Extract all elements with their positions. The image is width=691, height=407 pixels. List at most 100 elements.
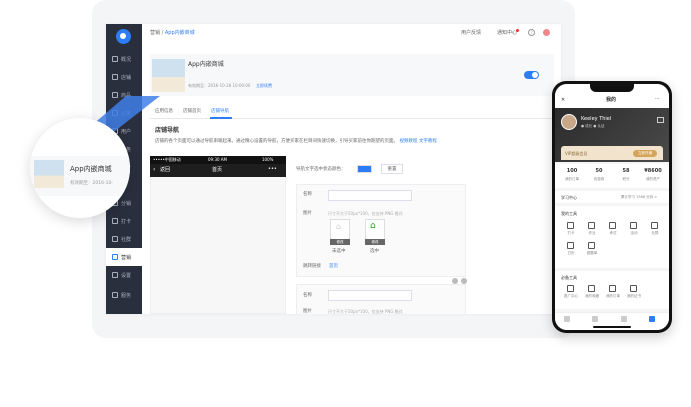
active-tab-indicator <box>210 117 232 119</box>
app-logo <box>116 29 131 44</box>
help-icon[interactable]: ? <box>528 29 535 36</box>
tool-label: 推广中心 <box>564 294 578 298</box>
image-hint-2: 尺寸不大于50px*100，仅支持 PNG 格式 <box>328 309 403 314</box>
magnified-title: App内嵌商城 <box>70 165 112 173</box>
vip-open-button[interactable]: 立即开通 <box>633 150 657 157</box>
learning-center-label: 学习中心 <box>561 195 577 200</box>
tool-icon[interactable] <box>630 285 637 292</box>
sidebar-item-13[interactable]: 设置 <box>106 266 142 284</box>
app-expiry: 有效期至：2016-10-28 10:00:00 <box>188 83 251 88</box>
reset-button[interactable]: 重置 <box>381 164 403 174</box>
tab-home-icon[interactable] <box>564 316 570 322</box>
service-icon <box>112 292 118 298</box>
breadcrumb-current: App内嵌商城 <box>164 30 195 36</box>
sidebar-item-12[interactable]: 营销 <box>106 248 142 266</box>
preview-title: 首页 <box>212 167 223 173</box>
stat-value: 50 <box>595 168 603 174</box>
marketing-icon <box>112 254 118 260</box>
mobile-more-icon[interactable]: ··· <box>655 97 660 102</box>
app-enable-toggle[interactable] <box>524 71 539 79</box>
sidebar-item-10[interactable]: 打卡 <box>106 212 142 230</box>
notification-dot-icon <box>516 29 519 32</box>
tool-icon[interactable] <box>567 222 574 229</box>
tab-profile-icon[interactable] <box>649 316 655 322</box>
name-label-2: 名称 <box>303 293 312 298</box>
sidebar-item-label: 社群 <box>121 236 132 243</box>
link-value[interactable]: 首页 <box>329 264 338 270</box>
tool-label: 活动 <box>630 231 638 235</box>
settings-icon <box>112 272 118 278</box>
renew-link[interactable]: 立即续费 <box>256 84 272 88</box>
sidebar-item-1[interactable]: 概况 <box>106 50 142 68</box>
name-input-2[interactable] <box>328 290 412 301</box>
sidebar-item-label: 打卡 <box>121 218 132 225</box>
tab-course-icon[interactable] <box>592 316 598 322</box>
tool-icon[interactable] <box>651 222 658 229</box>
sidebar-item-14[interactable]: 服务 <box>106 286 142 304</box>
tool-icon[interactable] <box>630 222 637 229</box>
image-label-2: 图片 <box>303 309 312 314</box>
feedback-link[interactable]: 用户反馈 <box>461 31 481 36</box>
image-hint: 尺寸不大于50px*100，仅支持 PNG 格式 <box>328 211 403 216</box>
unselected-caption: 未选中 <box>332 249 346 254</box>
stat-label: 我的订单 <box>565 177 579 181</box>
change-unselected-button[interactable]: 修改 <box>330 239 350 245</box>
tool-icon[interactable] <box>588 285 595 292</box>
color-swatch[interactable] <box>357 165 372 173</box>
video-tutorial-link[interactable]: 视频教程 <box>399 139 417 144</box>
tab-2[interactable]: 店铺首页 <box>183 109 201 115</box>
avatar[interactable] <box>543 29 550 36</box>
mobile-title: 我的 <box>606 97 617 103</box>
mobile-close-icon[interactable]: ✕ <box>561 98 565 103</box>
breadcrumb: 营销 / App内嵌商城 <box>150 31 195 36</box>
user-tags: ● 成长 ● 认证 <box>581 124 605 128</box>
tools-title: 我的工具 <box>561 211 577 216</box>
store-icon <box>112 74 118 80</box>
stat-label: 我的资产 <box>646 177 660 181</box>
tool-label: 社群 <box>651 231 659 235</box>
preview-back-icon[interactable]: ‹ <box>153 167 155 173</box>
name-input[interactable] <box>328 190 412 201</box>
tool-icon[interactable] <box>567 285 574 292</box>
preview-more-icon[interactable]: ••• <box>268 167 277 172</box>
home-indicator <box>593 326 631 328</box>
name-label: 名称 <box>303 192 312 197</box>
tool-label: 我的收藏 <box>585 294 599 298</box>
text-tutorial-link[interactable]: 文字教程 <box>419 139 437 144</box>
stat-label: 积分 <box>622 177 630 181</box>
selected-color-label: 导航文字选中状态颜色： <box>296 167 346 172</box>
tab-3[interactable]: 店铺导航 <box>211 109 229 115</box>
checkin-icon <box>112 218 118 224</box>
image-label: 图片 <box>303 211 312 216</box>
change-selected-button[interactable]: 修改 <box>365 239 385 245</box>
tool-icon[interactable] <box>609 285 616 292</box>
mobile-avatar[interactable] <box>561 114 577 130</box>
stat-value: 100 <box>566 168 578 174</box>
app-thumbnail <box>152 59 185 92</box>
breadcrumb-parent[interactable]: 营销 <box>150 30 160 36</box>
nav-preview <box>150 156 286 314</box>
tool-label: 做题单 <box>586 251 598 255</box>
stat-value: ¥8600 <box>644 168 662 174</box>
home-filled-icon: ⌂ <box>370 221 376 231</box>
home-icon <box>112 56 118 62</box>
sidebar-item-11[interactable]: 社群 <box>106 230 142 248</box>
sidebar-item-2[interactable]: 店铺 <box>106 68 142 86</box>
tab-community-icon[interactable] <box>621 316 627 322</box>
message-icon[interactable] <box>657 117 664 123</box>
tool-icon[interactable] <box>588 242 595 249</box>
tool-label: 我的订单 <box>606 294 620 298</box>
user-name: Keeley Thiel <box>581 116 612 122</box>
tool-icon[interactable] <box>588 222 595 229</box>
preview-back-label[interactable]: 返回 <box>160 168 170 173</box>
link-label: 跳转链接 <box>303 264 321 269</box>
app-title: App内嵌商城 <box>188 61 224 68</box>
sidebar-item-label: 分销 <box>121 200 132 207</box>
tool-icon[interactable] <box>609 222 616 229</box>
notification-center[interactable]: 通知中心 <box>497 31 517 36</box>
stat-value: 58 <box>622 168 630 174</box>
tool-icon[interactable] <box>567 242 574 249</box>
sidebar-item-label: 概况 <box>121 56 132 63</box>
magnifier: App内嵌商城 有效期至：2016-10- <box>30 118 130 218</box>
learning-summary[interactable]: 累计学习 1568 分钟 > <box>621 195 657 200</box>
